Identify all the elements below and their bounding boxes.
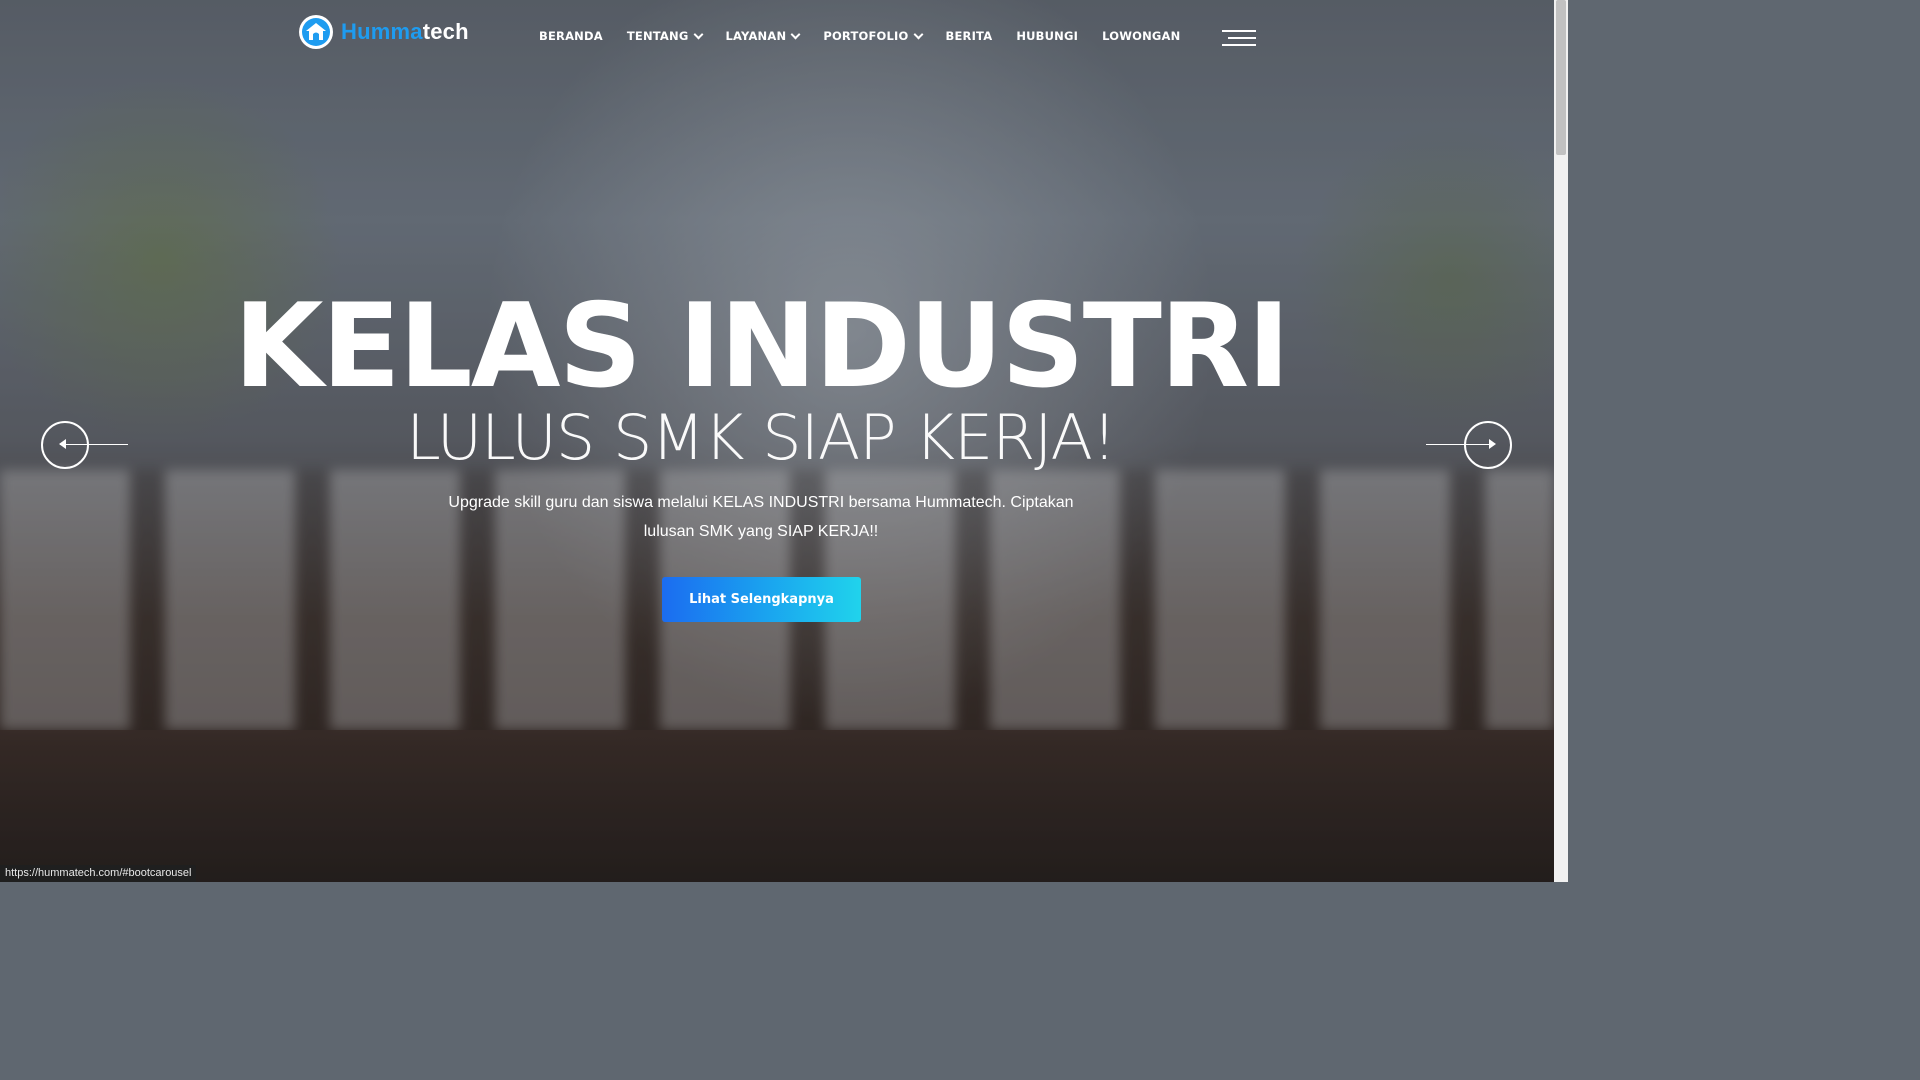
brand-name-part1: Humma (341, 19, 423, 44)
nav-item-label: LAYANAN (725, 29, 787, 43)
carousel-next-button[interactable] (1464, 421, 1512, 469)
chevron-down-icon (693, 29, 703, 39)
arrow-left-head (59, 439, 66, 449)
nav-item-beranda[interactable]: BERANDA (539, 26, 603, 46)
nav-item-label: TENTANG (626, 29, 689, 43)
arrow-left-icon (60, 444, 128, 445)
see-more-button[interactable]: Lihat Selengkapnya (662, 577, 861, 622)
arrow-right-head (1489, 439, 1496, 449)
arrow-right-icon (1426, 444, 1494, 445)
brand-name: Hummatech (341, 19, 469, 45)
brand-name-part2: tech (422, 19, 469, 44)
nav-item-label: HUBUNGI (1016, 29, 1079, 43)
house-icon (299, 15, 333, 49)
nav-item-hubungi[interactable]: HUBUNGI (1016, 26, 1078, 46)
page-scrollbar[interactable] (1554, 0, 1568, 882)
nav-item-portofolio[interactable]: PORTOFOLIO (823, 26, 923, 46)
nav-item-berita[interactable]: BERITA (946, 26, 993, 46)
main-nav: BERANDA TENTANG LAYANAN PORTOFOLIO BERIT… (539, 26, 1204, 46)
hero-description: Upgrade skill guru dan siswa melalui KEL… (448, 494, 1074, 540)
hero-subtitle: LULUS SMK SIAP KERJA! (406, 401, 1116, 474)
nav-item-label: BERANDA (539, 29, 603, 43)
site-header: Hummatech BERANDA TENTANG LAYANAN PORTOF… (0, 0, 1554, 72)
browser-viewport: Hummatech BERANDA TENTANG LAYANAN PORTOF… (0, 0, 1568, 882)
link-status-bar: https://hummatech.com/#bootcarousel (0, 865, 197, 882)
scrollbar-thumb[interactable] (1556, 0, 1566, 155)
nav-item-tentang[interactable]: TENTANG (626, 26, 703, 46)
nav-item-label: LOWONGAN (1102, 29, 1181, 43)
nav-item-label: PORTOFOLIO (823, 29, 909, 43)
brand-logo[interactable]: Hummatech (299, 15, 469, 49)
nav-item-label: BERITA (945, 29, 993, 43)
chevron-down-icon (790, 29, 801, 39)
hero-title: KELAS INDUSTRI (233, 279, 1291, 414)
nav-item-lowongan[interactable]: LOWONGAN (1102, 26, 1180, 46)
nav-item-layanan[interactable]: LAYANAN (725, 26, 801, 46)
hamburger-menu-icon[interactable] (1222, 29, 1256, 47)
chevron-down-icon (913, 29, 923, 39)
